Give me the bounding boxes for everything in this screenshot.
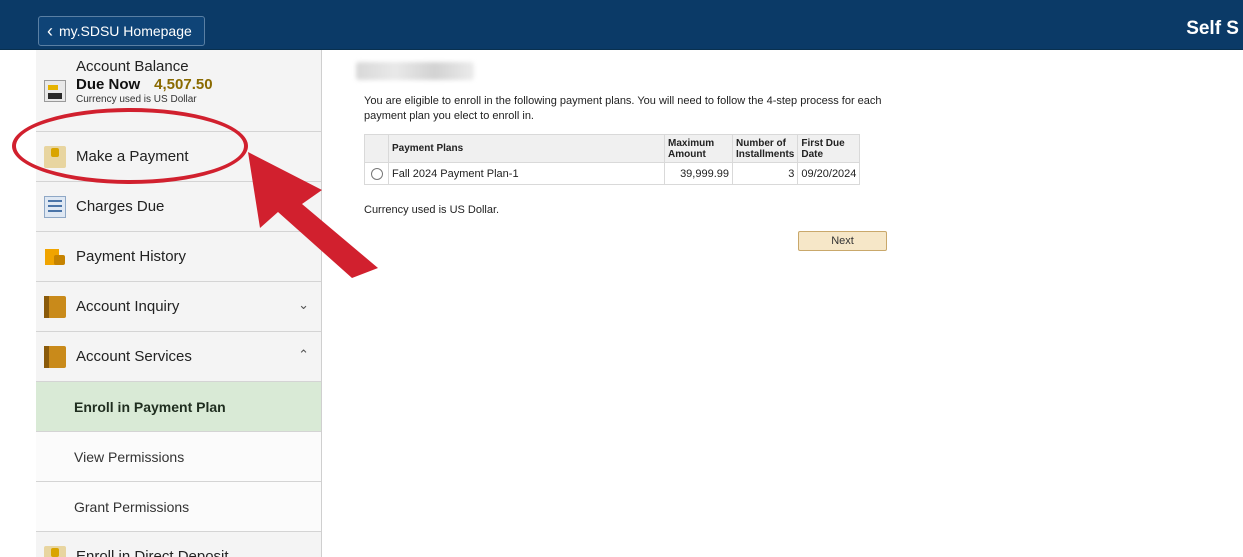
- installments-column-header: Number of Installments: [731, 134, 799, 163]
- sidebar-item-label: View Permissions: [74, 448, 185, 465]
- sidebar-item-label: Grant Permissions: [74, 498, 190, 515]
- payment-plans-table: Payment Plans Maximum Amount Number of I…: [364, 134, 861, 185]
- balance-title: Account Balance: [76, 58, 189, 75]
- balance-currency-note: Currency used is US Dollar: [76, 94, 197, 105]
- sidebar-item-grant-permissions[interactable]: Grant Permissions: [36, 482, 321, 532]
- currency-note: Currency used is US Dollar.: [364, 204, 500, 216]
- plan-column-header: Payment Plans: [388, 134, 665, 163]
- sidebar-item-direct-deposit[interactable]: Enroll in Direct Deposit: [36, 532, 321, 557]
- main-content: You are eligible to enroll in the follow…: [322, 50, 1243, 557]
- sidebar-item-label: Make a Payment: [76, 148, 189, 165]
- sidebar-item-enroll-payment-plan[interactable]: Enroll in Payment Plan: [36, 382, 321, 432]
- charges-icon: [44, 195, 66, 218]
- account-balance-tile[interactable]: Account Balance Due Now 4,507.50 Currency…: [36, 50, 321, 132]
- sidebar-item-charges-due[interactable]: Charges Due: [36, 182, 321, 232]
- select-column-header: [364, 134, 389, 163]
- max-amount-cell: 39,999.99: [664, 162, 733, 185]
- folder-icon: [44, 345, 66, 368]
- eligibility-message: You are eligible to enroll in the follow…: [364, 95, 882, 122]
- table-row[interactable]: Fall 2024 Payment Plan-1 39,999.99 3 09/…: [364, 162, 861, 185]
- sidebar-item-make-payment[interactable]: Make a Payment: [36, 132, 321, 182]
- due-amount: 4,507.50: [154, 76, 213, 93]
- sidebar-item-label: Payment History: [76, 248, 187, 265]
- next-button[interactable]: Next: [798, 231, 887, 251]
- chevron-up-icon[interactable]: ⌃: [298, 347, 309, 363]
- sidebar-item-label: Enroll in Payment Plan: [74, 398, 226, 415]
- page-title: Self S: [1186, 18, 1239, 39]
- homepage-button[interactable]: ‹ my.SDSU Homepage: [38, 16, 205, 46]
- deposit-icon: [44, 545, 66, 557]
- first-due-cell: 09/20/2024: [797, 162, 861, 185]
- sidebar-item-label: Account Services: [76, 348, 192, 365]
- folder-icon: [44, 295, 66, 318]
- top-banner: ‹ my.SDSU Homepage Self S: [0, 0, 1243, 50]
- due-now: Due Now 4,507.50: [76, 76, 213, 93]
- sidebar-item-payment-history[interactable]: Payment History: [36, 232, 321, 282]
- plan-name-cell: Fall 2024 Payment Plan-1: [388, 162, 665, 185]
- table-header-row: Payment Plans Maximum Amount Number of I…: [364, 134, 861, 163]
- first-due-column-header: First Due Date: [797, 134, 861, 163]
- homepage-button-label: my.SDSU Homepage: [59, 23, 192, 39]
- max-amount-column-header: Maximum Amount: [664, 134, 733, 163]
- payment-icon: [44, 145, 66, 168]
- sidebar: Account Balance Due Now 4,507.50 Currency…: [36, 50, 322, 557]
- plan-radio[interactable]: [370, 167, 383, 180]
- sidebar-item-label: Account Inquiry: [76, 298, 180, 315]
- payment-history-icon: [44, 246, 66, 268]
- sidebar-item-label: Charges Due: [76, 198, 165, 215]
- chevron-down-icon[interactable]: ⌄: [298, 297, 309, 313]
- select-cell: [364, 162, 389, 185]
- chevron-left-icon: ‹: [47, 21, 53, 41]
- sidebar-item-view-permissions[interactable]: View Permissions: [36, 432, 321, 482]
- sidebar-item-label: Enroll in Direct Deposit: [76, 548, 229, 557]
- installments-cell: 3: [731, 162, 799, 185]
- redacted-student-name: [356, 62, 474, 80]
- sidebar-item-account-services[interactable]: Account Services ⌃: [36, 332, 321, 382]
- account-balance-icon: [44, 80, 66, 102]
- sidebar-item-account-inquiry[interactable]: Account Inquiry ⌄: [36, 282, 321, 332]
